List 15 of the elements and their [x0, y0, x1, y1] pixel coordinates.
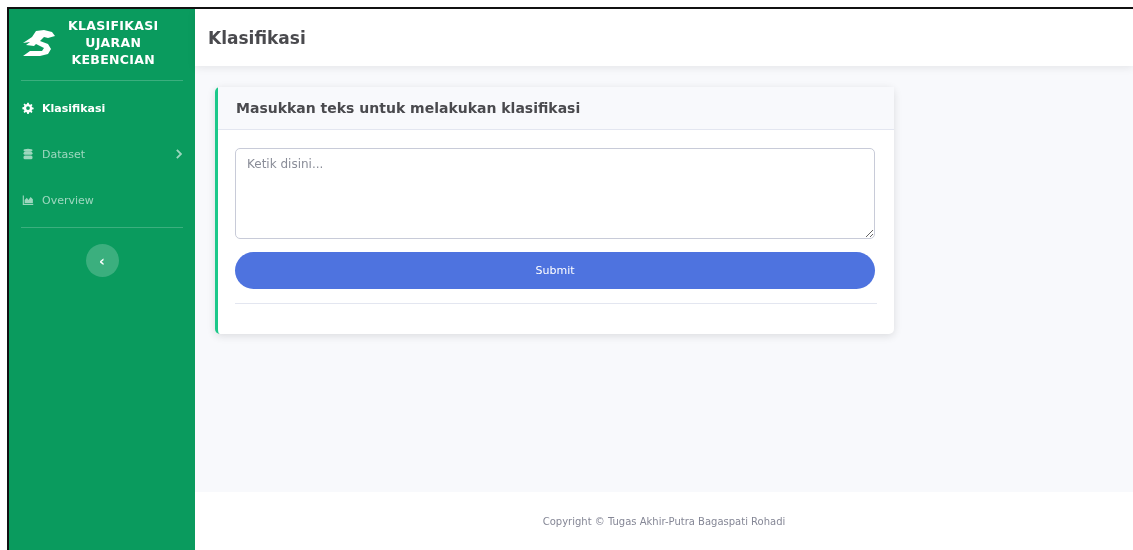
page-title: Klasifikasi	[208, 27, 306, 48]
chevron-right-icon	[175, 149, 182, 159]
database-icon	[22, 148, 34, 160]
settings-icon	[22, 102, 34, 114]
copyright-text: Copyright © Tugas Akhir-Putra Bagaspati Rohadi	[542, 515, 786, 527]
dragon-logo-icon	[22, 28, 56, 57]
sidebar-item[interactable]: Dataset	[9, 131, 195, 177]
text-input-field[interactable]: Ketik disini...	[235, 148, 875, 239]
card-title: Masukkan teks untuk melakukan klasifikasi	[236, 100, 581, 116]
submit-button[interactable]: Submit	[235, 252, 875, 289]
sidebar-item[interactable]: Overview	[9, 177, 195, 223]
area-chart-icon	[22, 194, 34, 206]
brand-title: KLASIFIKASI UJARAN KEBENCIAN	[68, 17, 159, 68]
sidebar-toggle-button[interactable]: ‹	[85, 244, 119, 277]
sidebar-item[interactable]: Klasifikasi	[9, 85, 195, 131]
